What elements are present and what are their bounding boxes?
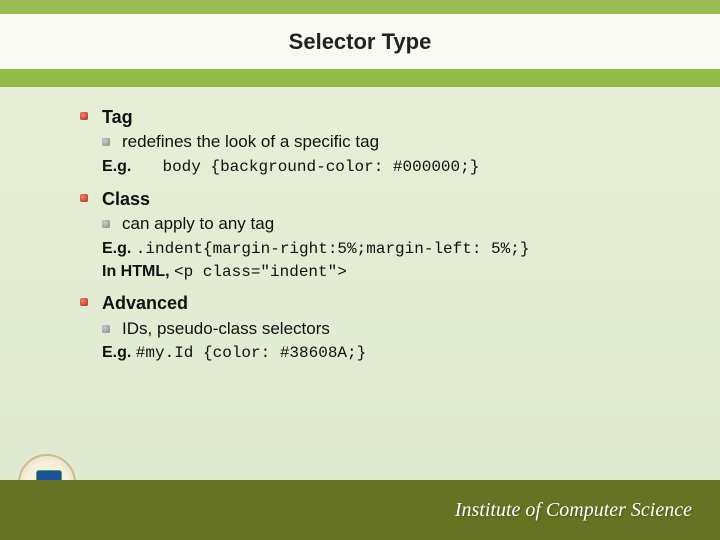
bullet-icon: [80, 298, 88, 306]
eg-code: body {background-color: #000000;}: [162, 158, 479, 176]
section-heading: Advanced: [102, 291, 188, 315]
section-sub-text: IDs, pseudo-class selectors: [122, 318, 330, 341]
section-sub-text: redefines the look of a specific tag: [122, 131, 379, 154]
section-example: E.g. .indent{margin-right:5%;margin-left…: [102, 238, 680, 261]
bullet-icon: [102, 325, 110, 333]
section-heading: Tag: [102, 105, 133, 129]
eg-code: .indent{margin-right:5%;margin-left: 5%;…: [136, 240, 530, 258]
bullet-icon: [80, 112, 88, 120]
eg-label: E.g.: [102, 158, 131, 175]
footer-bar: Institute of Computer Science: [0, 480, 720, 540]
section-tag: Tag: [80, 105, 680, 129]
section-heading: Class: [102, 187, 150, 211]
section-sub: IDs, pseudo-class selectors: [102, 318, 680, 341]
section-inhtml: In HTML, <p class="indent">: [102, 261, 680, 284]
title-band: Selector Type: [0, 14, 720, 69]
eg-label: E.g.: [102, 240, 131, 257]
section-sub-text: can apply to any tag: [122, 213, 274, 236]
section-sub: redefines the look of a specific tag: [102, 131, 680, 154]
section-class: Class: [80, 187, 680, 211]
green-band: [0, 69, 720, 87]
section-advanced: Advanced: [80, 291, 680, 315]
section-example: E.g. body {background-color: #000000;}: [102, 156, 680, 179]
eg-code: #my.Id {color: #38608A;}: [136, 344, 366, 362]
bullet-icon: [102, 138, 110, 146]
bullet-icon: [80, 194, 88, 202]
inhtml-code: <p class="indent">: [174, 263, 347, 281]
section-example: E.g. #my.Id {color: #38608A;}: [102, 342, 680, 365]
slide-content: Tag redefines the look of a specific tag…: [80, 105, 680, 373]
section-sub: can apply to any tag: [102, 213, 680, 236]
page-title: Selector Type: [289, 29, 432, 55]
inhtml-label: In HTML,: [102, 263, 170, 280]
eg-label: E.g.: [102, 344, 131, 361]
top-green-band: [0, 0, 720, 14]
bullet-icon: [102, 220, 110, 228]
footer-institute: Institute of Computer Science: [455, 499, 692, 522]
